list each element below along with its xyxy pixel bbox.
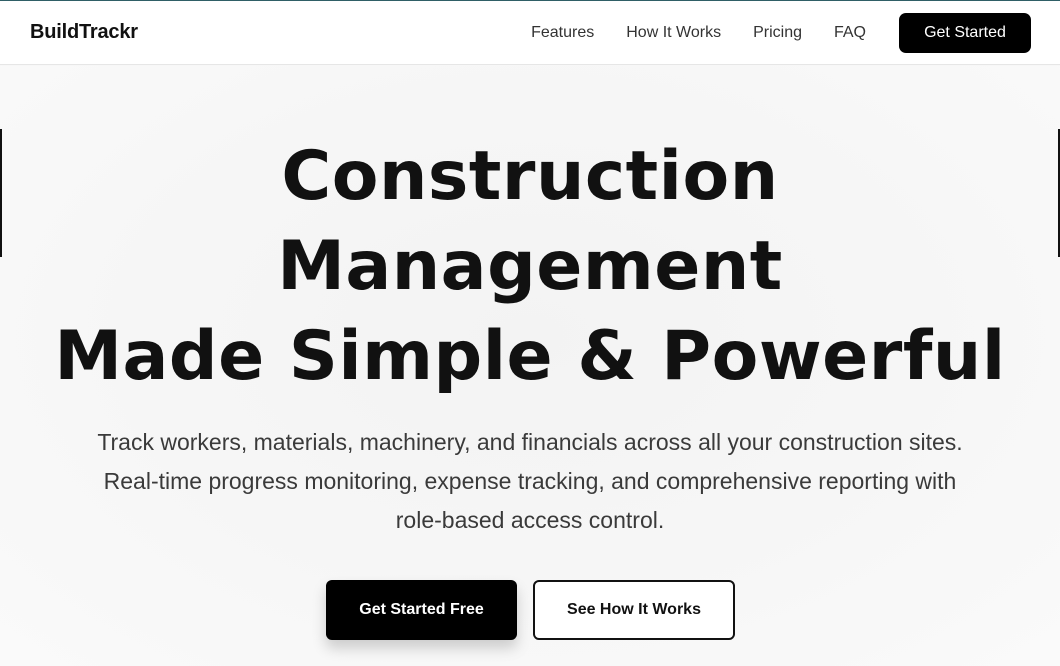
get-started-free-button[interactable]: Get Started Free bbox=[326, 580, 517, 640]
nav-link-features[interactable]: Features bbox=[531, 24, 594, 42]
headline-line-2: Management bbox=[277, 227, 783, 306]
navbar: BuildTrackr Features How It Works Pricin… bbox=[0, 1, 1060, 65]
hero-subtext: Track workers, materials, machinery, and… bbox=[97, 429, 963, 533]
headline-line-1: Construction bbox=[281, 137, 779, 216]
nav-link-how-it-works[interactable]: How It Works bbox=[626, 24, 721, 42]
see-how-it-works-button[interactable]: See How It Works bbox=[533, 580, 735, 640]
headline-line-3: Made Simple & Powerful bbox=[54, 317, 1006, 396]
nav-links: Features How It Works Pricing FAQ Get St… bbox=[531, 1, 1060, 65]
nav-link-faq[interactable]: FAQ bbox=[834, 24, 866, 42]
hero-section: Construction Management Made Simple & Po… bbox=[0, 66, 1060, 666]
brand-logo[interactable]: BuildTrackr bbox=[30, 21, 138, 44]
nav-link-pricing[interactable]: Pricing bbox=[753, 24, 802, 42]
get-started-button[interactable]: Get Started bbox=[899, 13, 1031, 53]
hero-headline: Construction Management Made Simple & Po… bbox=[0, 132, 1060, 402]
